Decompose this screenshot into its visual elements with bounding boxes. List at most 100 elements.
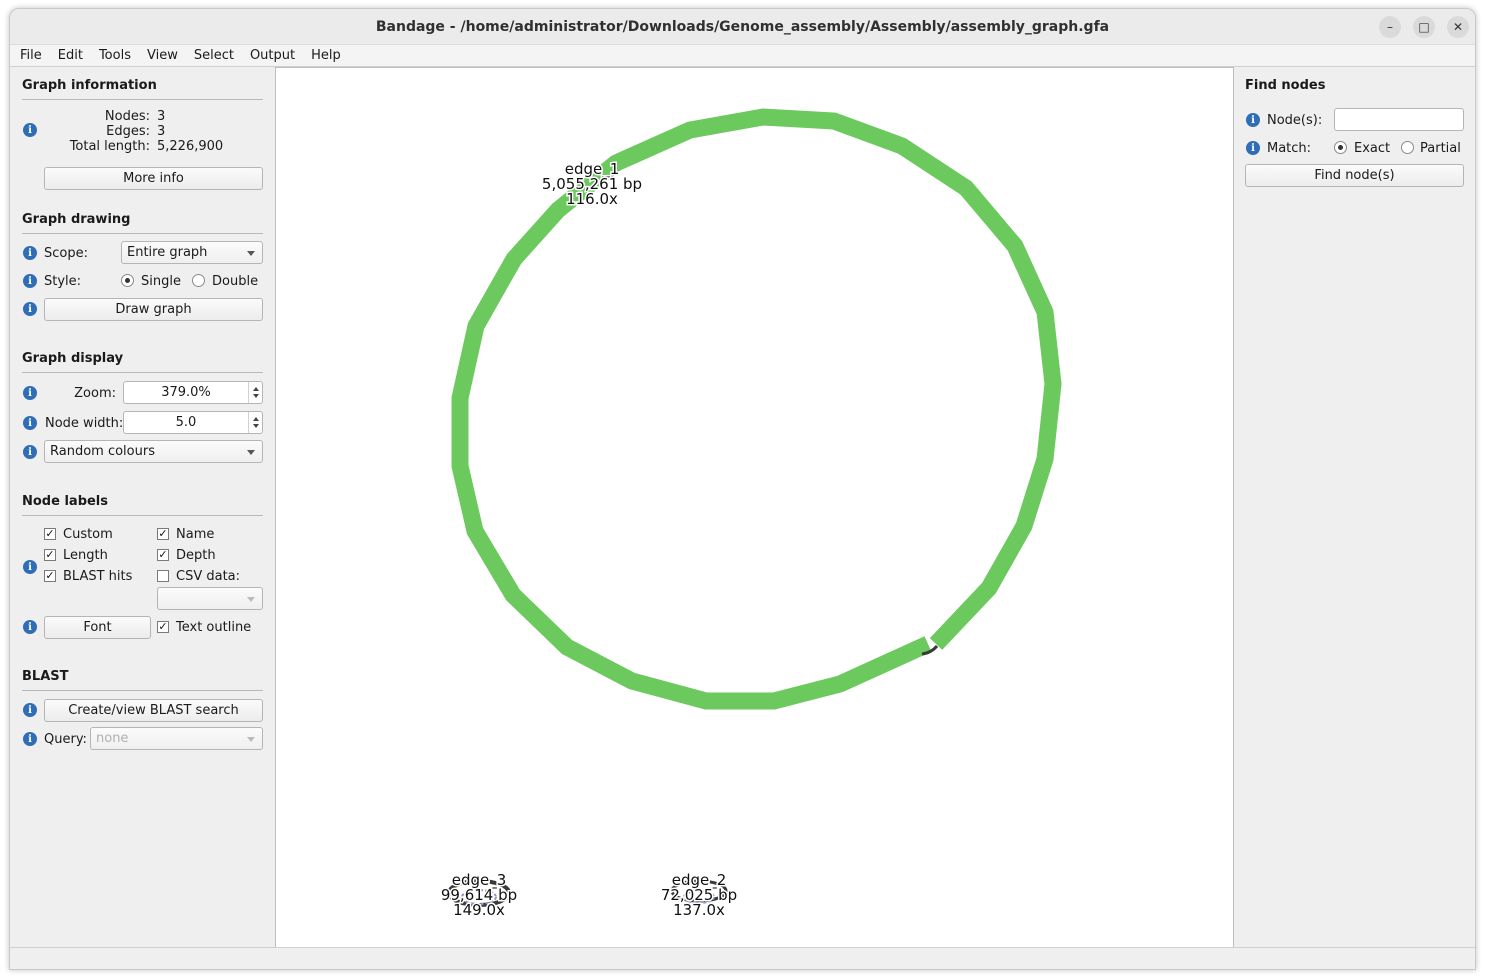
divider <box>22 515 263 516</box>
divider <box>22 99 263 100</box>
graph-canvas[interactable]: edge_1 5,055,261 bp 116.0x edge_3 99,614… <box>276 67 1233 947</box>
window-title: Bandage - /home/administrator/Downloads/… <box>375 18 1110 35</box>
info-icon[interactable]: i <box>23 703 37 717</box>
info-icon[interactable]: i <box>23 386 37 400</box>
nodes-value: 3 <box>157 109 166 124</box>
blast-hits-label: BLAST hits <box>63 569 133 584</box>
match-exact-radio[interactable] <box>1334 141 1347 154</box>
info-icon[interactable]: i <box>23 246 37 260</box>
edges-label: Edges: <box>106 124 150 139</box>
left-control-panel: Graph information i Nodes: 3 Edges: 3 To… <box>10 67 276 947</box>
info-icon[interactable]: i <box>23 302 37 316</box>
info-icon[interactable]: i <box>23 445 37 459</box>
menu-tools[interactable]: Tools <box>91 48 139 63</box>
spin-down-icon[interactable] <box>253 424 259 428</box>
custom-checkbox[interactable]: ✓ <box>44 528 56 540</box>
chevron-down-icon <box>247 251 255 256</box>
info-icon[interactable]: i <box>23 560 37 574</box>
right-find-panel: Find nodes i Node(s): i Match: Exact Par… <box>1233 67 1475 947</box>
node-label-depth: 116.0x <box>566 190 618 208</box>
csv-data-dropdown <box>157 587 263 610</box>
node-label-depth: 137.0x <box>673 901 725 919</box>
menu-view[interactable]: View <box>139 48 186 63</box>
scope-dropdown[interactable]: Entire graph <box>121 241 263 264</box>
match-label: Match: <box>1267 141 1312 156</box>
zoom-label: Zoom: <box>74 386 116 401</box>
more-info-button[interactable]: More info <box>44 167 263 190</box>
minimize-icon[interactable]: – <box>1379 16 1401 38</box>
length-label: Length <box>63 548 108 563</box>
info-icon[interactable]: i <box>1246 141 1260 155</box>
menu-edit[interactable]: Edit <box>50 48 91 63</box>
blast-hits-checkbox[interactable]: ✓ <box>44 570 56 582</box>
zoom-spinbox[interactable]: 379.0% <box>123 381 263 404</box>
colour-scheme-dropdown[interactable]: Random colours <box>44 440 263 463</box>
spin-up-icon[interactable] <box>253 387 259 391</box>
info-icon[interactable]: i <box>23 732 37 746</box>
menu-select[interactable]: Select <box>186 48 242 63</box>
zoom-value: 379.0% <box>161 385 211 400</box>
match-partial-label: Partial <box>1420 141 1461 156</box>
colour-scheme-value: Random colours <box>50 444 155 459</box>
node-edge-1[interactable] <box>451 108 1062 710</box>
style-double-label: Double <box>212 274 259 289</box>
name-label: Name <box>176 527 215 542</box>
style-single-radio[interactable] <box>121 274 134 287</box>
length-checkbox[interactable]: ✓ <box>44 549 56 561</box>
node-label-depth: 149.0x <box>453 901 505 919</box>
nodes-label: Nodes: <box>104 109 150 124</box>
blast-title: BLAST <box>22 669 69 684</box>
find-nodes-title: Find nodes <box>1245 78 1326 93</box>
menu-help[interactable]: Help <box>303 48 349 63</box>
scope-label: Scope: <box>44 246 88 261</box>
menu-file[interactable]: File <box>12 48 50 63</box>
create-blast-search-button[interactable]: Create/view BLAST search <box>44 699 263 722</box>
depth-checkbox[interactable]: ✓ <box>157 549 169 561</box>
style-label: Style: <box>44 274 82 289</box>
query-label: Query: <box>44 732 87 747</box>
node-width-label: Node width: <box>45 416 124 431</box>
menu-output[interactable]: Output <box>242 48 303 63</box>
style-single-label: Single <box>141 274 181 289</box>
info-icon[interactable]: i <box>23 123 37 137</box>
nodes-search-input[interactable] <box>1334 108 1464 131</box>
status-bar <box>10 947 1475 969</box>
info-icon[interactable]: i <box>1246 113 1260 127</box>
info-icon[interactable]: i <box>23 416 37 430</box>
node-labels-title: Node labels <box>22 494 109 509</box>
match-exact-label: Exact <box>1354 141 1391 156</box>
custom-label: Custom <box>63 527 113 542</box>
style-double-radio[interactable] <box>192 274 205 287</box>
info-icon[interactable]: i <box>23 620 37 634</box>
graph-drawing-title: Graph drawing <box>22 212 131 227</box>
chevron-down-icon <box>247 737 255 742</box>
match-partial-radio[interactable] <box>1401 141 1414 154</box>
text-outline-label: Text outline <box>176 620 252 635</box>
text-outline-checkbox[interactable]: ✓ <box>157 621 169 633</box>
spin-up-icon[interactable] <box>253 417 259 421</box>
app-window: Bandage - /home/administrator/Downloads/… <box>9 8 1476 970</box>
name-checkbox[interactable]: ✓ <box>157 528 169 540</box>
graph-display-title: Graph display <box>22 351 124 366</box>
total-length-label: Total length: <box>69 139 150 154</box>
divider <box>22 372 263 373</box>
node-width-spinbox[interactable]: 5.0 <box>123 411 263 434</box>
divider <box>22 690 263 691</box>
font-button[interactable]: Font <box>44 616 151 639</box>
maximize-icon[interactable]: □ <box>1413 16 1435 38</box>
csv-data-label: CSV data: <box>176 569 241 584</box>
edges-value: 3 <box>157 124 166 139</box>
close-icon[interactable]: ✕ <box>1447 16 1469 38</box>
spin-down-icon[interactable] <box>253 394 259 398</box>
nodes-search-label: Node(s): <box>1267 113 1323 128</box>
menu-bar: File Edit Tools View Select Output Help <box>10 45 1475 67</box>
title-bar: Bandage - /home/administrator/Downloads/… <box>10 9 1475 45</box>
node-width-value: 5.0 <box>175 415 197 430</box>
find-nodes-button[interactable]: Find node(s) <box>1245 164 1464 187</box>
query-dropdown: none <box>90 727 263 750</box>
csv-data-checkbox[interactable] <box>157 570 169 582</box>
graph-drawing: edge_1 5,055,261 bp 116.0x edge_3 99,614… <box>439 108 1062 921</box>
graph-information-title: Graph information <box>22 78 157 93</box>
info-icon[interactable]: i <box>23 274 37 288</box>
draw-graph-button[interactable]: Draw graph <box>44 298 263 321</box>
